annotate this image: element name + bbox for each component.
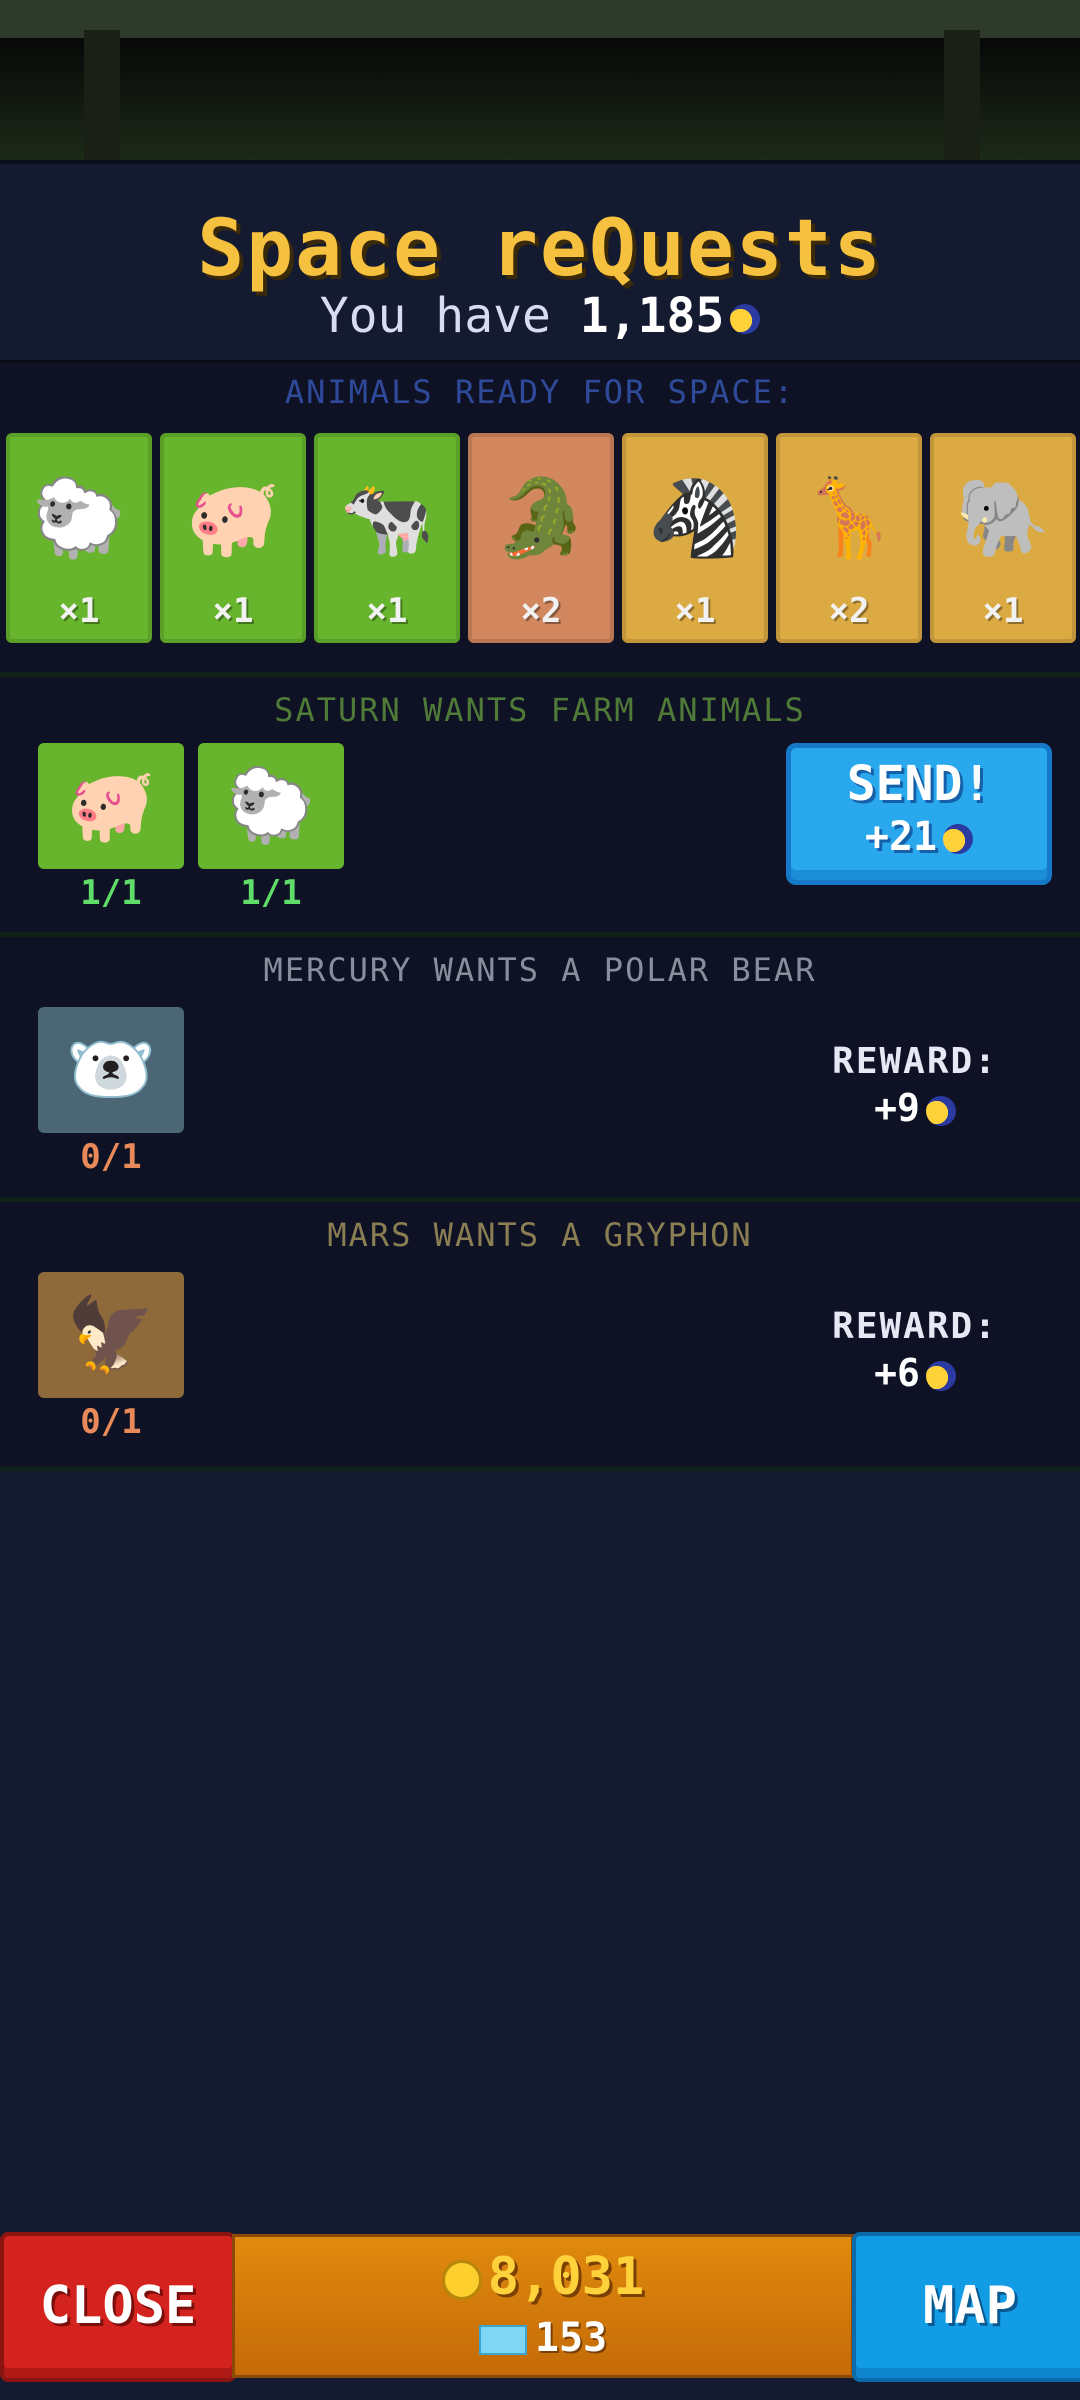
scene-band — [0, 0, 1080, 38]
map-button[interactable]: MAP — [852, 2232, 1080, 2382]
balance-prefix: You have — [319, 288, 551, 344]
requirement-tile: 🐑 — [198, 743, 344, 869]
coins-value: 8,031 — [487, 2247, 645, 2307]
ready-animals-row[interactable]: 🐑 ×1 🐖 ×1 🐄 ×1 🐊 ×2 🦓 ×1 🦒 ×2 🐘 ×1 — [6, 433, 1076, 643]
pig-icon: 🐖 — [185, 473, 281, 562]
sheep-icon: 🐑 — [226, 763, 316, 847]
moon-token-icon — [943, 824, 974, 854]
bottom-bar: CLOSE 8,031 153 MAP — [0, 2228, 1080, 2382]
ready-section-title: ANIMALS READY FOR SPACE: — [284, 373, 796, 411]
sheep-icon: 🐑 — [31, 473, 127, 562]
cow-icon: 🐄 — [339, 473, 435, 562]
coin-icon — [441, 2260, 482, 2300]
animal-card[interactable]: 🐊 ×2 — [468, 433, 614, 643]
scene-shadow — [0, 38, 1080, 160]
reward-block: REWARD: +9 — [800, 1041, 1030, 1130]
animal-count: ×1 — [212, 591, 254, 631]
balance-line: You have 1,185 — [0, 288, 1080, 344]
quest-title: MERCURY WANTS A POLAR BEAR — [263, 951, 817, 989]
send-button-reward: +21 — [791, 814, 1047, 860]
zebra-icon: 🦓 — [647, 473, 743, 562]
close-button-label: CLOSE — [39, 2276, 197, 2336]
requirement-progress: 1/1 — [80, 873, 142, 913]
ready-animals-section: ANIMALS READY FOR SPACE: 🐑 ×1 🐖 ×1 🐄 ×1 … — [0, 360, 1080, 673]
animal-card[interactable]: 🐖 ×1 — [160, 433, 306, 643]
requests-header: Space reQuests You have 1,185 — [0, 160, 1080, 364]
quest-title: MARS WANTS A GRYPHON — [327, 1216, 753, 1254]
moon-token-icon — [730, 304, 761, 334]
animal-count: ×2 — [520, 591, 562, 631]
requirement-tile: 🦅 — [38, 1272, 184, 1398]
page-title: Space reQuests — [197, 204, 883, 294]
animal-card[interactable]: 🦒 ×2 — [776, 433, 922, 643]
currency-panel: 8,031 153 — [232, 2234, 854, 2378]
animal-count: ×1 — [674, 591, 716, 631]
giraffe-icon: 🦒 — [801, 473, 897, 562]
requirement-tile: 🐖 — [38, 743, 184, 869]
coins-line: 8,031 — [235, 2247, 851, 2307]
quest-title: SATURN WANTS FARM ANIMALS — [274, 691, 806, 729]
tickets-value: 153 — [534, 2315, 608, 2361]
moon-token-icon — [925, 1360, 956, 1391]
polar-bear-icon: 🐻‍❄️ — [66, 1027, 156, 1111]
requirement-progress: 0/1 — [80, 1137, 142, 1177]
send-button-label: SEND! — [846, 756, 992, 812]
close-button[interactable]: CLOSE — [0, 2232, 236, 2382]
balance-value: 1,185 — [579, 288, 725, 344]
quest-mercury: MERCURY WANTS A POLAR BEAR 🐻‍❄️ 0/1 REWA… — [0, 932, 1080, 1202]
reward-value-line: +9 — [800, 1086, 1030, 1130]
reward-block: REWARD: +6 — [800, 1306, 1030, 1395]
animal-count: ×1 — [58, 591, 100, 631]
crocodile-icon: 🐊 — [493, 473, 589, 562]
send-button[interactable]: SEND! +21 — [786, 743, 1052, 885]
animal-count: ×2 — [828, 591, 870, 631]
ticket-icon — [478, 2325, 527, 2355]
quest-saturn: SATURN WANTS FARM ANIMALS 🐖 1/1 🐑 1/1 SE… — [0, 672, 1080, 937]
animal-count: ×1 — [366, 591, 408, 631]
moon-token-icon — [925, 1095, 956, 1126]
requirement-tile: 🐻‍❄️ — [38, 1007, 184, 1133]
animal-card[interactable]: 🦓 ×1 — [622, 433, 768, 643]
requirement-progress: 1/1 — [240, 873, 302, 913]
pig-icon: 🐖 — [66, 763, 156, 847]
animal-card[interactable]: 🐑 ×1 — [6, 433, 152, 643]
game-scene-backdrop — [0, 0, 1080, 160]
animal-count: ×1 — [982, 591, 1024, 631]
fence-post — [84, 30, 120, 160]
animal-card[interactable]: 🐘 ×1 — [930, 433, 1076, 643]
tickets-line: 153 — [235, 2315, 851, 2361]
fence-post — [944, 30, 980, 160]
reward-value-line: +6 — [800, 1351, 1030, 1395]
reward-label: REWARD: — [832, 1306, 998, 1347]
requirement-progress: 0/1 — [80, 1402, 142, 1442]
send-reward-value: +21 — [864, 814, 938, 860]
map-button-label: MAP — [923, 2276, 1017, 2336]
reward-label: REWARD: — [832, 1041, 998, 1082]
quest-mars: MARS WANTS A GRYPHON 🦅 0/1 REWARD: +6 — [0, 1197, 1080, 1471]
reward-value: +6 — [874, 1351, 920, 1395]
animal-card[interactable]: 🐄 ×1 — [314, 433, 460, 643]
reward-value: +9 — [874, 1086, 920, 1130]
gryphon-icon: 🦅 — [66, 1292, 156, 1376]
elephant-icon: 🐘 — [955, 473, 1051, 562]
